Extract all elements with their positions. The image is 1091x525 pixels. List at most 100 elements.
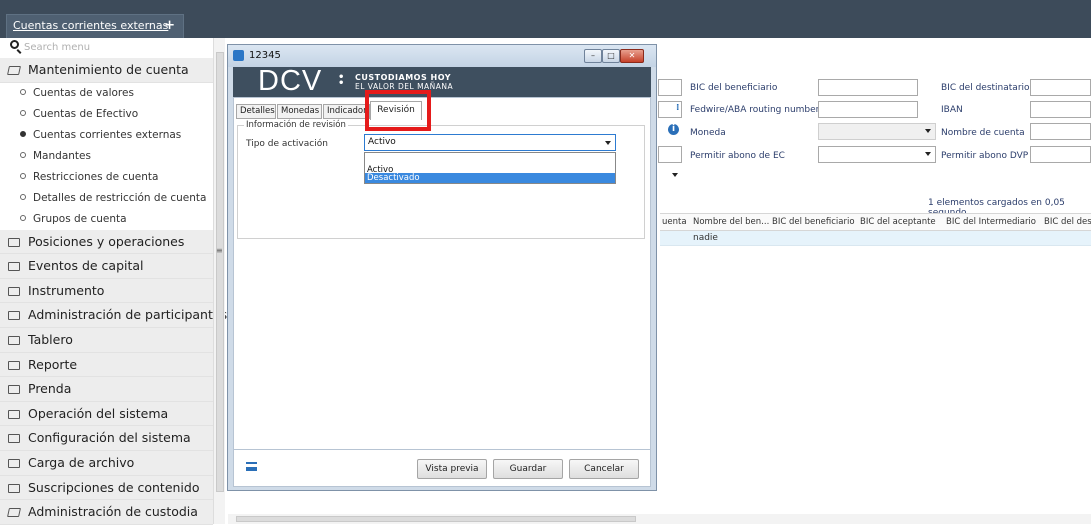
tab-detalles[interactable]: Detalles xyxy=(236,104,276,119)
abono-dvp-field[interactable] xyxy=(1030,146,1091,163)
dialog-footer: Vista previa Guardar Cancelar xyxy=(233,450,651,487)
revision-dialog: 12345 – □ ✕ DCV • • CUSTODIAMOS HOY EL VA… xyxy=(227,44,657,491)
logo-dots-icon: • • xyxy=(338,72,345,89)
column-header[interactable]: uenta xyxy=(662,217,686,227)
folder-open-icon xyxy=(7,66,21,75)
column-header[interactable]: BIC del Intermediario xyxy=(946,217,1042,227)
dcv-logo: DCV xyxy=(258,65,323,97)
sidebar-section[interactable]: Reporte xyxy=(0,352,213,378)
sidebar-subitem-label: Grupos de cuenta xyxy=(33,212,127,225)
scrollbar-thumb[interactable] xyxy=(216,52,224,492)
tagline-1: CUSTODIAMOS HOY xyxy=(355,73,452,82)
text-field[interactable] xyxy=(658,146,682,163)
sidebar-section[interactable]: Operación del sistema xyxy=(0,401,213,427)
top-bar: Cuentas corrientes externas + xyxy=(0,0,1091,38)
iban-field[interactable] xyxy=(1030,101,1091,118)
sidebar-section[interactable]: Instrumento xyxy=(0,278,213,304)
moneda-label: Moneda xyxy=(690,128,726,138)
table-row[interactable]: nadie xyxy=(660,231,1091,246)
folder-icon xyxy=(8,335,20,345)
sidebar-subitem[interactable]: Cuentas de valores xyxy=(0,83,213,104)
tab-indicadores[interactable]: Indicadore xyxy=(323,104,370,119)
sidebar-subitem-label: Cuentas de valores xyxy=(33,86,134,99)
folder-icon xyxy=(8,286,20,296)
search-input[interactable]: Search menu xyxy=(24,42,90,53)
column-header[interactable]: BIC del aceptante xyxy=(860,217,940,227)
search-menu[interactable]: Search menu xyxy=(0,38,213,58)
folder-icon xyxy=(8,262,20,272)
sidebar-section-mantenimiento[interactable]: Mantenimiento de cuenta xyxy=(0,58,213,83)
info-icon[interactable]: i xyxy=(668,124,679,135)
scrollbar-thumb[interactable] xyxy=(236,516,636,522)
moneda-select[interactable] xyxy=(818,123,936,140)
maximize-button[interactable]: □ xyxy=(602,49,620,63)
sidebar-subitem[interactable]: Cuentas de Efectivo xyxy=(0,104,213,125)
bic-destinatario-field[interactable] xyxy=(1030,79,1091,96)
column-header[interactable]: BIC del beneficiario xyxy=(772,217,856,227)
abono-dvp-label: Permitir abono DVP xyxy=(941,151,1029,161)
sidebar-section[interactable]: Prenda xyxy=(0,377,213,402)
sidebar-subitem[interactable]: Restricciones de cuenta xyxy=(0,167,213,188)
tab-cuentas-corrientes-externas[interactable]: Cuentas corrientes externas + xyxy=(6,14,184,38)
bic-beneficiario-field[interactable] xyxy=(818,79,918,96)
dialog-title: 12345 xyxy=(249,50,281,61)
nombre-cuenta-field[interactable] xyxy=(1030,123,1091,140)
bullet-icon xyxy=(20,214,26,221)
sidebar-section[interactable]: Tablero xyxy=(0,327,213,353)
minimize-button[interactable]: – xyxy=(584,49,602,63)
sidebar-section-label: Eventos de capital xyxy=(28,258,144,274)
sidebar-scrollbar[interactable]: ≡ xyxy=(213,38,225,524)
select-field[interactable] xyxy=(656,168,682,185)
sidebar-section-label: Mantenimiento de cuenta xyxy=(28,62,189,77)
save-button[interactable]: Guardar xyxy=(493,459,563,479)
sidebar-section-label: Prenda xyxy=(28,381,72,397)
bullet-icon xyxy=(20,88,26,95)
splitter-grip-icon[interactable]: ≡ xyxy=(216,246,223,255)
sidebar-subitem[interactable]: Cuentas corrientes externas xyxy=(0,125,213,146)
preview-button[interactable]: Vista previa xyxy=(417,459,487,479)
sidebar-section[interactable]: Eventos de capital xyxy=(0,254,213,279)
folder-icon xyxy=(8,360,20,370)
chevron-down-icon xyxy=(925,129,931,133)
sidebar-subitem-label: Restricciones de cuenta xyxy=(33,170,159,183)
sidebar-section-label: Suscripciones de contenido xyxy=(28,479,200,495)
sidebar-section-label: Configuración del sistema xyxy=(28,430,191,446)
bullet-icon xyxy=(20,130,26,137)
sidebar-subitem-label: Detalles de restricción de cuenta xyxy=(33,191,207,204)
sidebar-section-label: Posiciones y operaciones xyxy=(28,233,185,249)
tab-monedas[interactable]: Monedas xyxy=(277,104,322,119)
sidebar-section[interactable]: Configuración del sistema xyxy=(0,426,213,451)
folder-icon xyxy=(8,385,20,395)
column-header[interactable]: BIC del dest xyxy=(1044,217,1091,227)
abono-ec-select[interactable] xyxy=(818,146,936,163)
dialog-titlebar[interactable]: 12345 – □ ✕ xyxy=(228,45,656,67)
tab-highlight-box xyxy=(365,90,431,131)
sidebar-subitem[interactable]: Mandantes xyxy=(0,146,213,167)
column-header[interactable]: Nombre del ben... xyxy=(693,217,769,227)
tipo-activacion-select[interactable]: Activo xyxy=(364,134,616,151)
sidebar-section[interactable]: Posiciones y operaciones xyxy=(0,229,213,255)
add-tab-icon[interactable]: + xyxy=(164,15,175,37)
close-button[interactable]: ✕ xyxy=(620,49,644,63)
cancel-button[interactable]: Cancelar xyxy=(569,459,639,479)
spinner-icon[interactable]: ⁞ xyxy=(676,103,679,113)
option-desactivado[interactable]: Desactivado xyxy=(365,173,615,183)
bullet-icon xyxy=(20,109,26,116)
sidebar-subitem-label: Cuentas de Efectivo xyxy=(33,107,139,120)
menu-icon[interactable] xyxy=(246,462,257,471)
folder-icon xyxy=(8,237,20,247)
sidebar-subitem[interactable]: Grupos de cuenta xyxy=(0,209,213,230)
sidebar: Search menu Mantenimiento de cuenta Cuen… xyxy=(0,38,227,525)
text-field[interactable] xyxy=(658,79,682,96)
folder-icon xyxy=(8,409,20,419)
bullet-icon xyxy=(20,172,26,179)
sidebar-section[interactable]: Administración de custodia xyxy=(0,500,213,525)
sidebar-section[interactable]: Administración de participantes xyxy=(0,303,227,328)
sidebar-section[interactable]: Carga de archivo xyxy=(0,450,213,476)
horizontal-scrollbar[interactable] xyxy=(228,514,1091,524)
tipo-activacion-label: Tipo de activación xyxy=(246,139,328,149)
sidebar-section[interactable]: Suscripciones de contenido xyxy=(0,475,213,501)
folder-icon xyxy=(8,434,20,444)
fedwire-field[interactable] xyxy=(818,101,918,118)
sidebar-subitem[interactable]: Detalles de restricción de cuenta xyxy=(0,188,213,209)
